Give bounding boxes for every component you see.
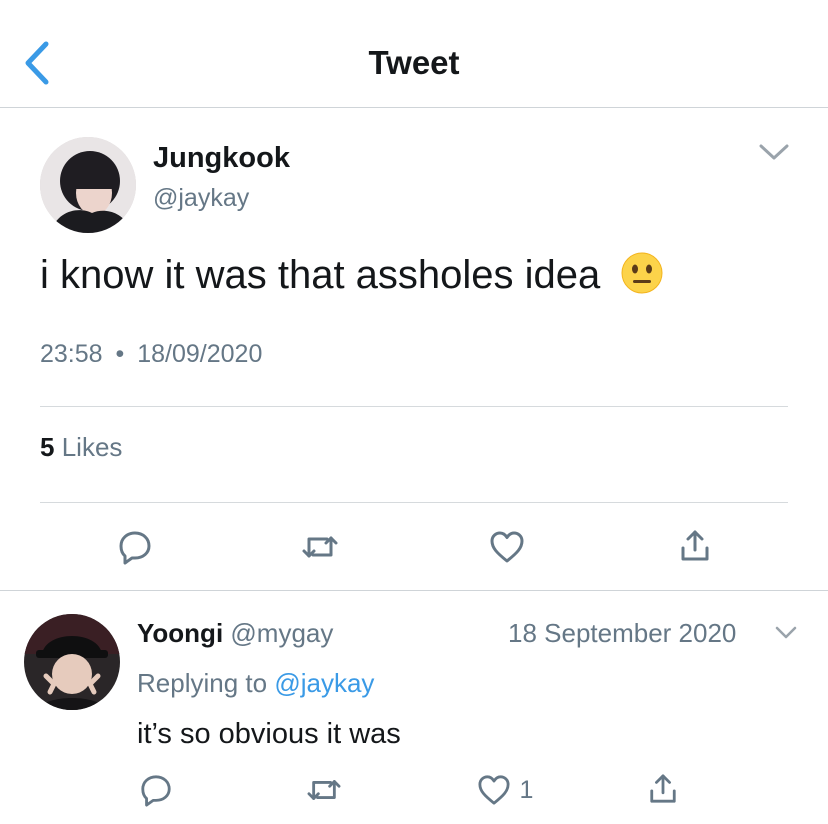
page-title: Tweet	[368, 44, 460, 81]
reply-date: 18 September 2020	[508, 618, 737, 648]
reply-icon	[119, 531, 151, 565]
tweet-timestamp: 23:58 • 18/09/2020	[40, 340, 262, 369]
retweet-icon	[307, 780, 341, 800]
tweet-options-button[interactable]	[758, 142, 790, 162]
tweet-text: i know it was that assholes idea	[40, 253, 601, 297]
reply-options-button[interactable]	[774, 625, 798, 641]
like-icon	[478, 775, 510, 805]
reply-share-button[interactable]	[648, 772, 678, 806]
header-bar: Tweet	[0, 0, 828, 108]
reply-text: it’s so obvious it was	[137, 718, 401, 750]
replying-to-handle[interactable]: @jaykay	[274, 668, 374, 698]
reply-author-name[interactable]: Yoongi	[137, 618, 223, 648]
divider	[0, 590, 828, 591]
author-name[interactable]: Jungkook	[153, 142, 290, 175]
reply-retweet-button[interactable]	[305, 774, 343, 806]
share-icon	[681, 530, 709, 561]
reply-icon	[141, 775, 171, 807]
author-handle[interactable]: @jaykay	[153, 184, 249, 213]
likes-label: Likes	[61, 432, 123, 462]
retweet-button[interactable]	[301, 530, 339, 564]
replying-to-label: Replying to	[137, 668, 268, 698]
likes-count: 5	[40, 432, 55, 462]
author-avatar[interactable]	[40, 137, 136, 233]
reply-reply-button[interactable]	[139, 773, 173, 807]
tweet-text-row: i know it was that assholes idea	[40, 252, 663, 298]
divider	[40, 502, 788, 503]
reply-author-handle[interactable]: @mygay	[230, 618, 333, 648]
chevron-down-icon	[775, 626, 797, 639]
reply-like-count: 1	[519, 775, 534, 804]
likes-summary[interactable]: 5 Likes	[40, 432, 122, 463]
reply-header: Yoongi @mygay	[137, 618, 333, 649]
tweet-date: 18/09/2020	[137, 340, 263, 368]
like-button[interactable]	[489, 530, 525, 564]
share-button[interactable]	[679, 528, 711, 564]
divider	[40, 406, 788, 407]
like-icon	[490, 531, 524, 563]
tweet-time: 23:58	[40, 340, 103, 368]
reply-button[interactable]	[117, 529, 153, 565]
replying-to: Replying to @jaykay	[137, 668, 374, 699]
retweet-icon	[302, 536, 338, 558]
reply-like-button[interactable]: 1	[477, 774, 547, 808]
neutral-face-emoji	[621, 252, 663, 294]
reply-author-avatar[interactable]	[24, 614, 120, 710]
chevron-down-icon	[759, 144, 789, 160]
timestamp-separator: •	[115, 340, 125, 368]
share-icon	[650, 774, 676, 803]
